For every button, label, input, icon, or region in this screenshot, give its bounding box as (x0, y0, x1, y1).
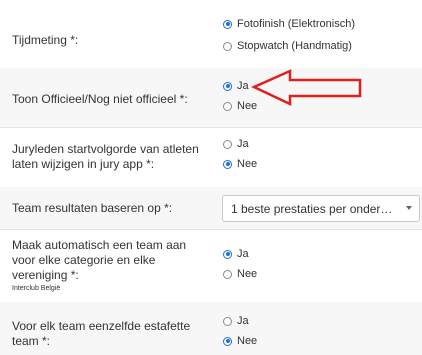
annotation-arrow-icon (250, 69, 362, 106)
